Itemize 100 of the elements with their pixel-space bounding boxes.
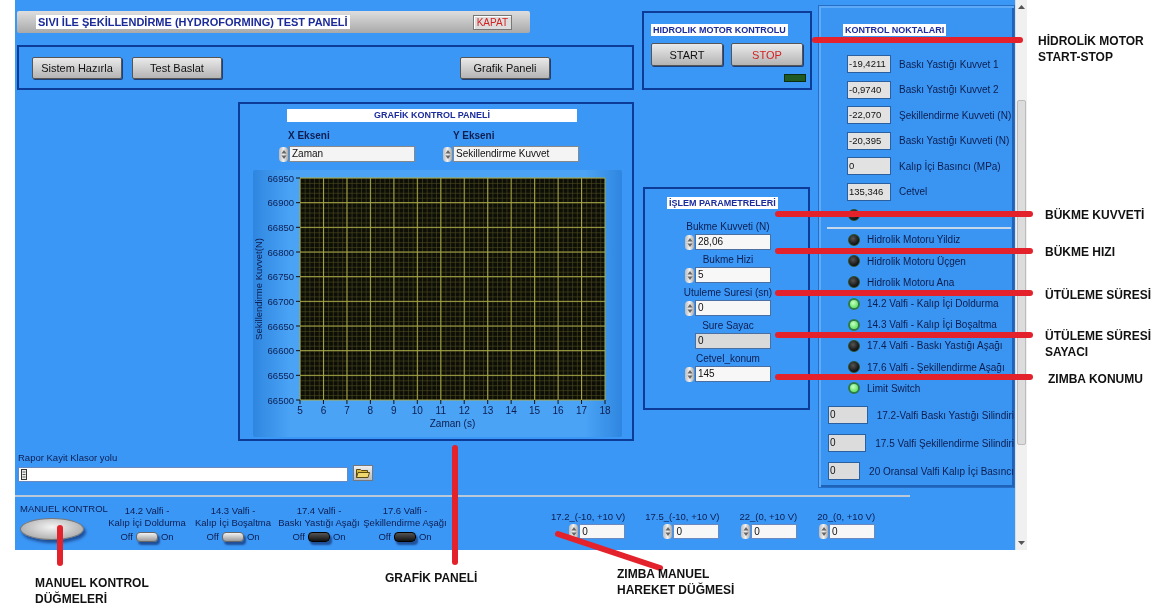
numeric-field[interactable]: 145 [695, 366, 771, 382]
annotation-label: HİDROLİK MOTOR START-STOP [1038, 33, 1144, 65]
switch-label: 14.2 Valfi - Kalıp İçi Doldurma [108, 505, 186, 529]
group-title: HIDROLIK MOTOR KONTROLU [651, 24, 788, 36]
numeric-field[interactable]: 0 [829, 524, 876, 539]
indicator-label: 17.2-Valfi Baskı Yastığı Silindiri [876, 409, 1014, 421]
switch-label: 14.3 Valfi - Kalıp İçi Boşaltma [194, 505, 271, 529]
indicator-label: Baskı Yastığı Kuvvet 1 [899, 58, 999, 70]
tick-label: 11 [435, 405, 446, 416]
browse-button[interactable] [353, 465, 373, 481]
numeric-indicator: 0 [828, 462, 861, 481]
tick-label: 7 [344, 405, 350, 416]
spin-buttons[interactable] [685, 267, 694, 283]
lamp-label: 14.3 Valfi - Kalıp İçi Boşaltma [867, 319, 997, 331]
toggle-switch[interactable] [135, 531, 158, 542]
numeric-field[interactable]: 0 [579, 524, 626, 539]
field-label: Rapor Kayit Klasor yolu [18, 452, 118, 463]
numeric-field[interactable]: 5 [695, 267, 771, 283]
toggle-switch[interactable] [393, 531, 416, 542]
spin-buttons[interactable] [741, 524, 751, 539]
tick-label: 16 [552, 405, 564, 416]
numeric-indicator: -19,4211 [847, 55, 891, 73]
field-label: Bukme Kuvveti (N) [686, 221, 770, 232]
tick-label: 10 [411, 405, 423, 416]
on-label: On [160, 531, 174, 542]
numeric-indicator: 0 [847, 157, 891, 176]
control-label: 20_(0, +10 V) [817, 511, 876, 522]
dropdown-field[interactable]: Zaman [289, 146, 415, 162]
tick-label: 66550 [267, 369, 294, 381]
spin-buttons[interactable] [279, 146, 288, 162]
close-button[interactable]: KAPAT [472, 14, 512, 30]
numeric-indicator: 0 [695, 333, 771, 349]
scrollbar-thumb[interactable] [1017, 100, 1026, 445]
control-label: 17.5_(-10, +10 V) [645, 511, 720, 522]
spin-buttons[interactable] [569, 524, 579, 539]
indicator-label: Şekillendirme Kuvveti (N) [899, 109, 1012, 121]
tick-label: 17 [576, 405, 588, 416]
field-label: Bukme Hizi [702, 254, 754, 265]
spin-buttons[interactable] [443, 146, 452, 162]
off-label: Off [206, 531, 219, 542]
lamp-label: 17.6 Valfi - Şekillendirme Aşağı [867, 361, 1005, 373]
tick-label: 12 [458, 405, 470, 416]
spin-buttons[interactable] [663, 524, 673, 539]
control-label: 17.2_(-10, +10 V) [551, 511, 626, 522]
numeric-indicator: 135,346 [847, 182, 891, 201]
manual-control-button[interactable] [20, 518, 84, 540]
numeric-indicator: 0 [828, 434, 867, 453]
lamp-label: Hidrolik Motoru Yildiz [867, 234, 961, 246]
scroll-down-icon[interactable] [1018, 541, 1025, 545]
group-title: KONTROL NOKTALARI [843, 24, 947, 36]
toggle-switch[interactable] [221, 531, 244, 542]
annotation-label: GRAFİK PANELİ [385, 570, 478, 586]
indicator-label: 17.5 Valfi Şekillendirme Silindiri [875, 437, 1014, 449]
panel-title: SIVI İLE ŞEKİLLENDİRME (HYDROFORMING) TEST PANELİ [36, 15, 350, 29]
numeric-indicator: 0 [828, 406, 868, 425]
toggle-switch[interactable] [307, 531, 330, 542]
switch-label: 17.4 Valfi - Baskı Yastığı Aşağı [278, 505, 360, 529]
axis-title: Sekillendirme Kuvvet(N) [253, 238, 264, 340]
on-label: On [332, 531, 346, 542]
off-label: Off [378, 531, 391, 542]
numeric-field[interactable]: 28,06 [695, 234, 771, 250]
numeric-field[interactable]: 0 [751, 524, 798, 539]
field-label: Y Ekseni [453, 130, 495, 141]
lamp-label: Hidrolik Motoru Üçgen [867, 255, 966, 267]
start-button[interactable]: START [651, 43, 723, 66]
tick-label: 66800 [267, 246, 294, 258]
lamp-label: 17.4 Valfi - Baskı Yastığı Aşağı [867, 340, 1003, 352]
field-label: Sure Sayac [702, 320, 754, 331]
tick-label: 66750 [267, 271, 294, 283]
field-label: X Ekseni [288, 130, 330, 141]
dropdown-field[interactable]: Sekillendirme Kuvvet [453, 146, 579, 162]
annotation-label: BÜKME HIZI [1045, 244, 1115, 260]
switch-label: 17.6 Valfi - Şekillendirme Aşağı [363, 505, 447, 529]
lamp-label: Hidrolik Motoru Ana [867, 276, 955, 288]
tick-label: 14 [505, 405, 517, 416]
scroll-up-icon[interactable] [1018, 5, 1025, 9]
control-label: 22_(0, +10 V) [739, 511, 798, 522]
tick-label: 18 [599, 405, 611, 416]
indicator-label: Baskı Yastığı Kuvveti (N) [899, 135, 1010, 147]
path-field[interactable] [18, 467, 348, 482]
spin-buttons[interactable] [819, 524, 829, 539]
folder-icon [356, 468, 370, 478]
tick-label: 9 [391, 405, 397, 416]
tick-label: 6 [320, 405, 327, 416]
graph-panel-button[interactable]: Grafik Paneli [460, 56, 550, 79]
tick-label: 66900 [267, 197, 294, 209]
numeric-field[interactable]: 0 [673, 524, 720, 539]
tick-label: 8 [367, 405, 374, 416]
spin-buttons[interactable] [685, 234, 694, 250]
spin-buttons[interactable] [685, 366, 694, 382]
off-label: Off [292, 531, 305, 542]
prepare-button[interactable]: Sistem Hazırla [32, 56, 122, 79]
group-label: MANUEL KONTROL [20, 503, 108, 514]
numeric-field[interactable]: 0 [695, 300, 771, 316]
indicator-label: Baskı Yastığı Kuvvet 2 [899, 84, 999, 96]
start-test-button[interactable]: Test Baslat [132, 56, 222, 79]
numeric-indicator: -20,395 [847, 131, 891, 150]
tick-label: 66950 [267, 172, 294, 184]
axis-title: Zaman (s) [429, 418, 476, 429]
spin-buttons[interactable] [685, 300, 694, 316]
